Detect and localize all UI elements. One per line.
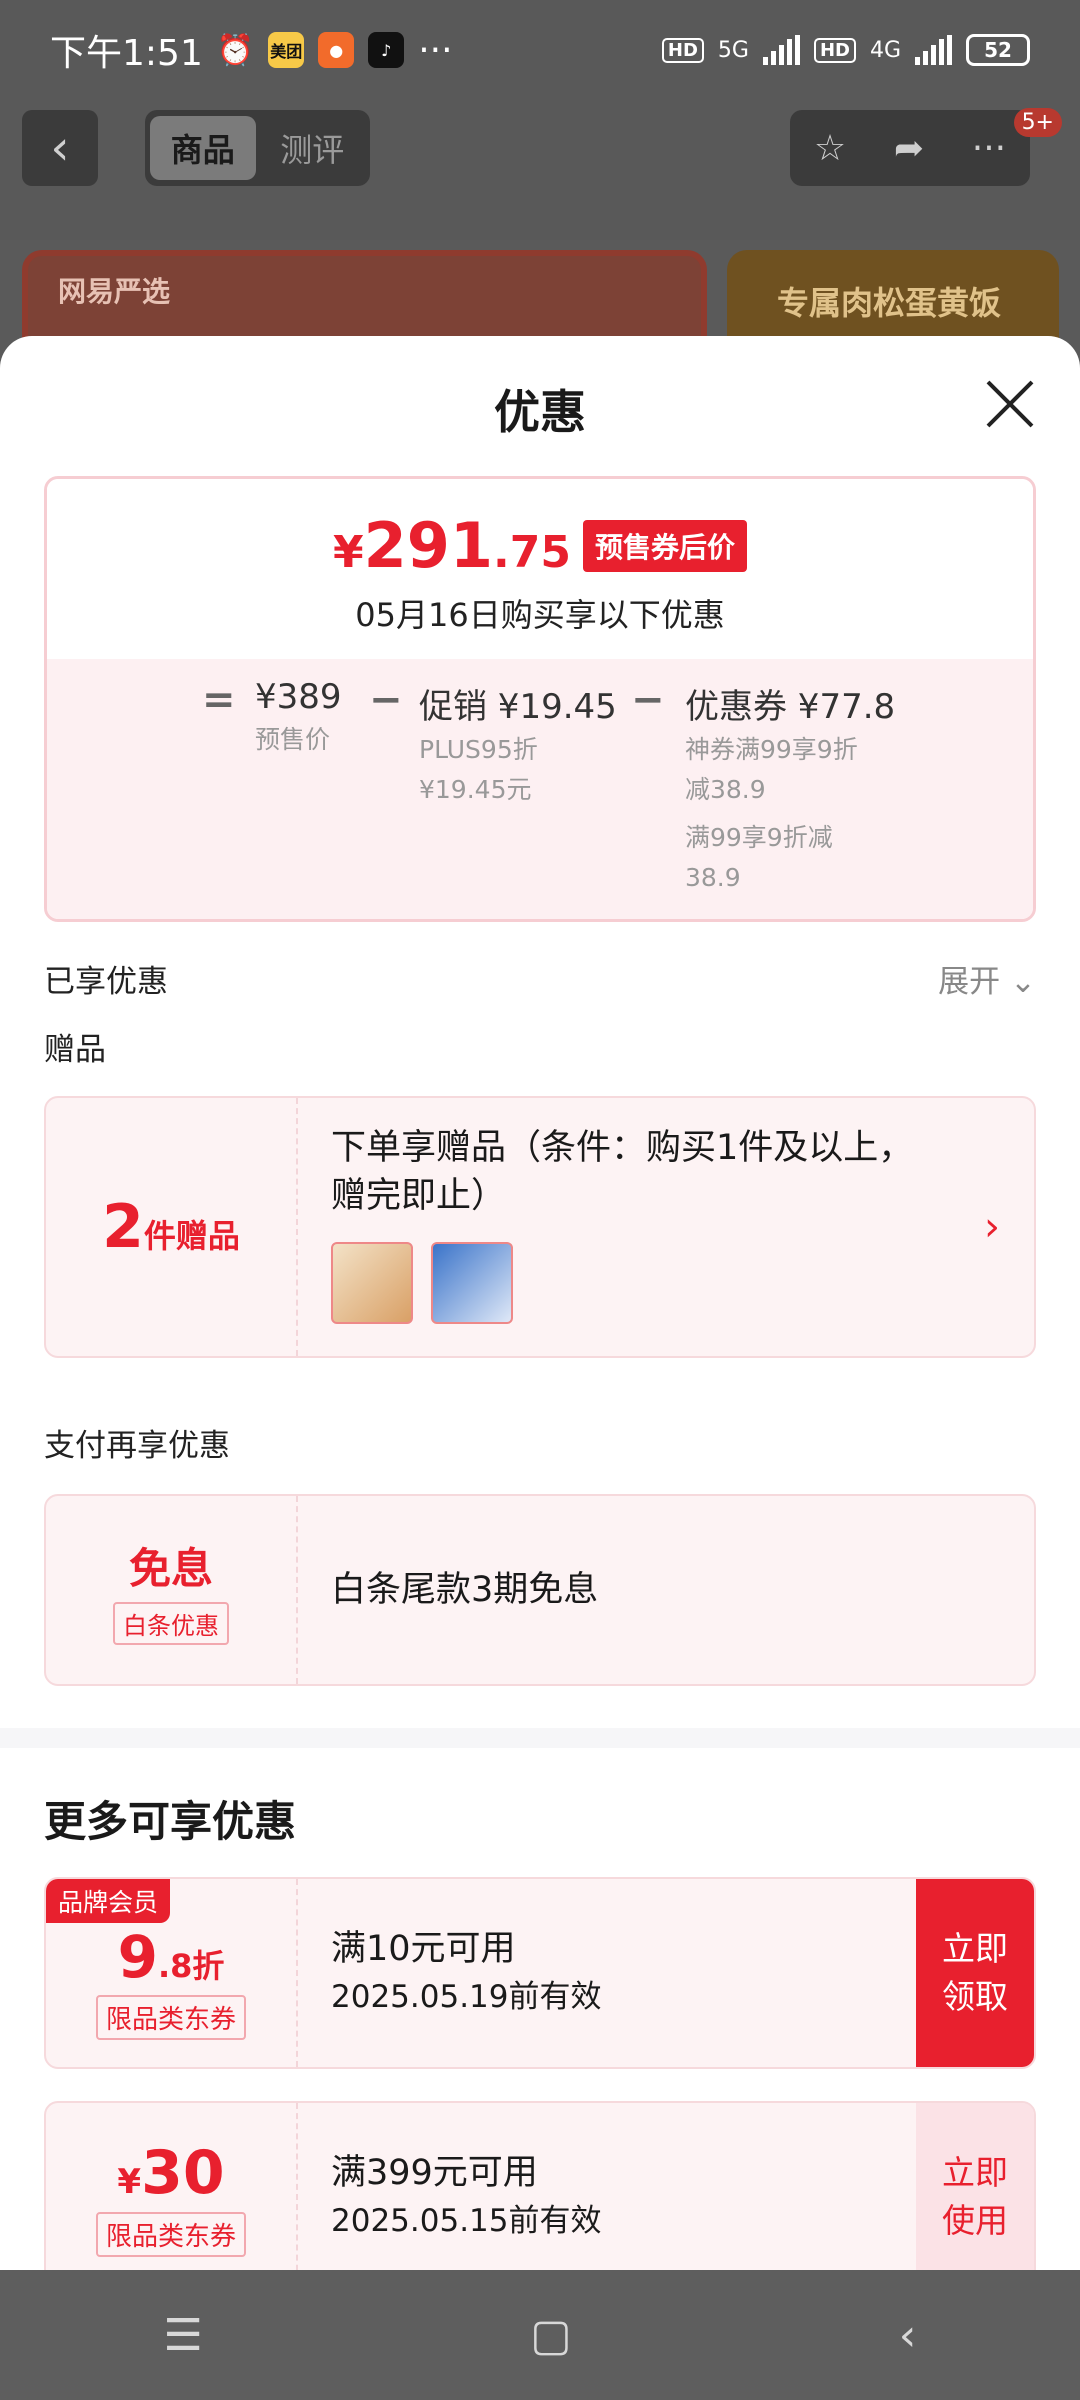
baitiao-tag: 白条优惠: [113, 1602, 229, 1645]
discount-sheet: 优惠 ¥291.75 预售券后价 05月16日购买享以下优惠 = ¥389 预售…: [0, 336, 1080, 2270]
price-decimal: .75: [493, 527, 571, 578]
minus-sign-1: −: [369, 677, 403, 723]
back-button[interactable]: ‹: [22, 110, 98, 186]
coupon-2-condition: 满399元可用: [331, 2153, 538, 2193]
equals-sign: =: [202, 677, 236, 723]
interest-free-title: 免息: [128, 1544, 213, 1593]
hd-icon-2: HD: [813, 37, 856, 63]
sheet-title: 优惠: [494, 385, 586, 439]
promo-title: 促销 ¥19.45: [419, 687, 617, 727]
alarm-icon: ⏰: [216, 32, 255, 68]
enjoyed-label: 已享优惠: [44, 964, 168, 1000]
coupon-2-type: 限品类东券: [95, 2211, 246, 2257]
tab-product[interactable]: 商品: [150, 116, 256, 180]
page-header: ‹ 商品 测评 ☆ ➦ ··· 5+: [0, 100, 1080, 240]
star-icon[interactable]: ☆: [814, 128, 846, 169]
promo-line-1: PLUS95折: [419, 735, 538, 764]
banner-right-text: 专属肉松蛋黄饭: [777, 284, 1002, 322]
gift-count-area: 2件赠品: [46, 1098, 298, 1356]
header-tabs: 商品 测评: [145, 110, 370, 186]
claim-button-line-1: 立即: [942, 1929, 1008, 1968]
more-notifications-icon: ···: [418, 29, 453, 71]
status-time: 下午1:51: [50, 33, 203, 74]
meituan-app-icon: 美团: [268, 32, 305, 68]
weibo-app-icon: ●: [318, 32, 355, 68]
promo-line-2: ¥19.45元: [419, 775, 532, 804]
coupon-2-value: 30: [141, 2137, 225, 2208]
claim-coupon-button[interactable]: 立即 领取: [916, 1879, 1034, 2067]
coupon-1-type: 限品类东券: [95, 1994, 246, 2040]
gift-card[interactable]: 2件赠品 下单享赠品（条件：购买1件及以上， 赠完即止） ›: [44, 1096, 1036, 1358]
share-icon[interactable]: ➦: [894, 128, 924, 169]
price-breakdown: ¥291.75 预售券后价 05月16日购买享以下优惠 = ¥389 预售价 −…: [44, 476, 1036, 922]
gift-text-1: 下单享赠品（条件：购买1件及以上，: [331, 1128, 914, 1168]
coupon-2-currency: ¥: [117, 2161, 142, 2202]
signal-icon-2: [915, 35, 952, 65]
more-icon[interactable]: ···: [972, 128, 1006, 169]
presale-label: 预售价: [255, 725, 331, 754]
hd-icon: HD: [661, 37, 704, 63]
minus-sign-2: −: [631, 677, 665, 723]
coupon-1-value-big: 9: [117, 1922, 158, 1991]
network-5g-label: 5G: [717, 37, 749, 63]
use-coupon-button[interactable]: 立即 使用: [916, 2103, 1034, 2270]
coupon-card-2: ¥30 限品类东券 满399元可用 2025.05.15前有效 立即使用: [44, 2101, 1036, 2270]
chevron-left-icon: ‹: [50, 120, 70, 176]
coupon-1-value-small: .8折: [157, 1946, 225, 1985]
price-subtitle: 05月16日购买享以下优惠: [355, 596, 725, 634]
coupon-1-condition: 满10元可用: [331, 1929, 516, 1969]
coupon-line-2: 减38.9: [685, 775, 766, 804]
screen: 下午1:51 ⏰ 美团 ● ♪ ··· HD 5G HD 4G 52 ‹ 商品 …: [0, 0, 1080, 2400]
coupon-1-expiry: 2025.05.19前有效: [331, 1979, 602, 2015]
tab-review[interactable]: 测评: [260, 116, 366, 180]
gift-section-label: 赠品: [44, 1032, 106, 1068]
chevron-right-icon[interactable]: ›: [984, 1204, 1000, 1250]
tiktok-app-icon: ♪: [368, 32, 405, 68]
section-divider: [0, 1728, 1080, 1748]
price-tag: 预售券后价: [582, 519, 747, 572]
signal-icon: [762, 35, 800, 65]
chevron-down-icon: ⌄: [1010, 964, 1036, 1000]
close-icon[interactable]: [984, 378, 1036, 430]
pay-section-label: 支付再享优惠: [44, 1428, 230, 1464]
price-integer: 291: [363, 509, 494, 582]
coupon-line-3: 满99享9折减: [685, 823, 833, 852]
battery-icon: 52: [966, 34, 1030, 66]
presale-price: ¥389: [255, 677, 342, 717]
interest-free-area: 免息 白条优惠: [46, 1496, 298, 1684]
expand-button[interactable]: 展开 ⌄: [938, 956, 1036, 1001]
claim-button-line-2: 领取: [942, 1977, 1008, 2016]
home-icon[interactable]: ▢: [530, 2310, 572, 2361]
coupon-line-4: 38.9: [685, 863, 741, 892]
interest-free-text: 白条尾款3期免息: [331, 1570, 599, 1610]
banner-left-text: 网易严选: [58, 275, 171, 308]
gift-text-2: 赠完即止）: [331, 1176, 507, 1216]
more-offers-title: 更多可享优惠: [44, 1797, 297, 1846]
back-nav-icon[interactable]: ‹: [899, 2310, 917, 2361]
coupon-title: 优惠券 ¥77.8: [685, 687, 896, 727]
use-button-line-1: 立即: [942, 2153, 1008, 2192]
gift-count-unit: 件赠品: [143, 1217, 240, 1255]
coupon-card-1: 品牌会员 9.8折 限品类东券 满10元可用 2025.05.19前有效 立即领…: [44, 1877, 1036, 2069]
price-currency: ¥: [332, 527, 364, 578]
header-actions: ☆ ➦ ···: [790, 110, 1030, 186]
coupon-1-value-area: 9.8折 限品类东券: [46, 1879, 298, 2067]
gift-thumbnail-1[interactable]: [331, 1242, 413, 1324]
coupon-2-expiry: 2025.05.15前有效: [331, 2203, 602, 2239]
coupon-line-1: 神券满99享9折: [685, 735, 858, 764]
use-button-line-2: 使用: [942, 2201, 1008, 2240]
message-badge: 5+: [1013, 108, 1062, 137]
status-bar: 下午1:51 ⏰ 美团 ● ♪ ··· HD 5G HD 4G 52: [0, 0, 1080, 100]
network-4g-label: 4G: [869, 37, 901, 63]
gift-thumbnail-2[interactable]: [431, 1242, 513, 1324]
interest-free-card: 免息 白条优惠 白条尾款3期免息: [44, 1494, 1036, 1686]
expand-label: 展开: [938, 964, 1001, 1000]
menu-icon[interactable]: ☰: [164, 2310, 203, 2361]
coupon-2-value-area: ¥30 限品类东券: [46, 2103, 298, 2270]
system-nav-bar: ☰ ▢ ‹: [0, 2270, 1080, 2400]
gift-count: 2: [102, 1192, 144, 1262]
